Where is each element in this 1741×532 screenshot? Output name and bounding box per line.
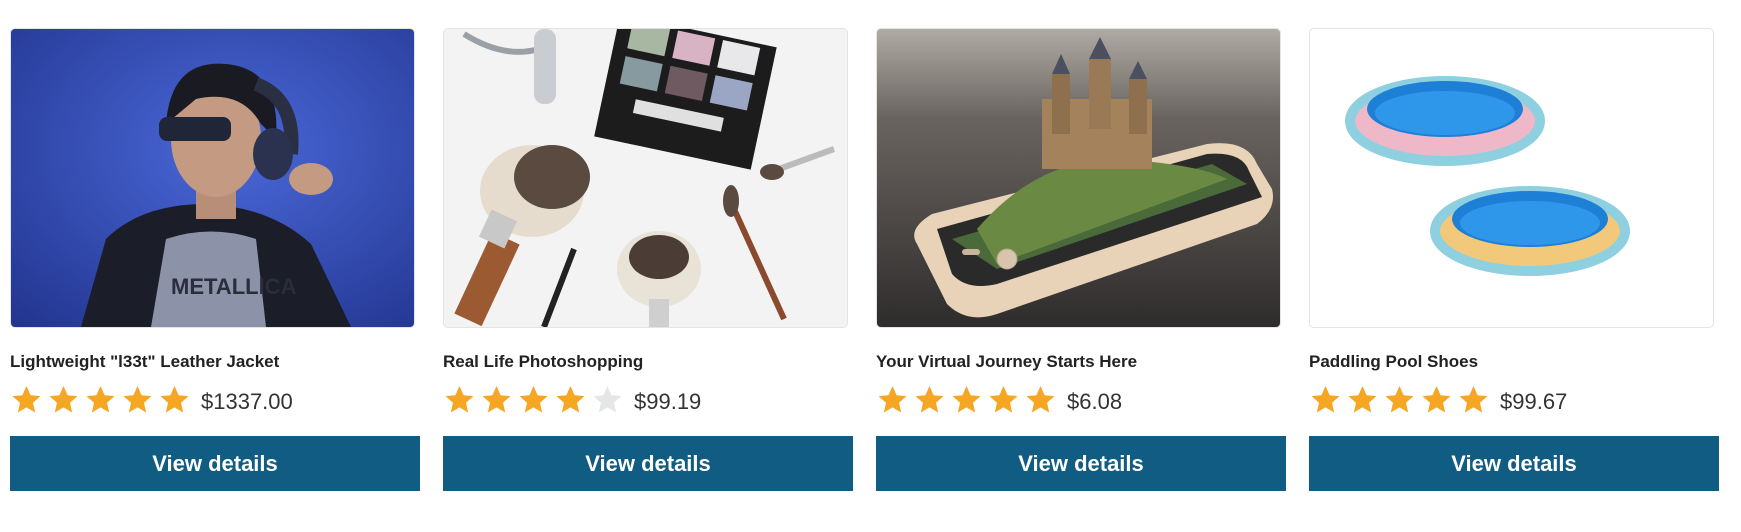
- view-details-button[interactable]: View details: [10, 436, 420, 491]
- rating-stars: [443, 384, 624, 417]
- star-filled-icon: [160, 385, 189, 412]
- product-card: Real Life Photoshopping $99.19 View deta…: [443, 28, 853, 491]
- star-filled-icon: [1422, 385, 1451, 412]
- view-details-button[interactable]: View details: [1309, 436, 1719, 491]
- view-details-button[interactable]: View details: [443, 436, 853, 491]
- product-title[interactable]: Real Life Photoshopping: [443, 352, 853, 372]
- product-meta: $6.08: [876, 382, 1286, 418]
- rating-stars: [10, 384, 191, 417]
- star-filled-icon: [1385, 385, 1414, 412]
- rating-stars: [1309, 384, 1490, 417]
- product-image-headphones-woman[interactable]: METALLICA: [10, 28, 415, 328]
- star-filled-icon: [519, 385, 548, 412]
- star-filled-icon: [1348, 385, 1377, 412]
- product-image-makeup[interactable]: [443, 28, 848, 328]
- star-filled-icon: [915, 385, 944, 412]
- star-filled-icon: [12, 385, 41, 412]
- product-title[interactable]: Paddling Pool Shoes: [1309, 352, 1719, 372]
- rating-stars: [876, 384, 1057, 417]
- star-filled-icon: [49, 385, 78, 412]
- product-title[interactable]: Your Virtual Journey Starts Here: [876, 352, 1286, 372]
- product-meta: $99.19: [443, 382, 853, 418]
- star-filled-icon: [1026, 385, 1055, 412]
- product-price: $99.19: [634, 389, 702, 414]
- star-filled-icon: [1311, 385, 1340, 412]
- star-filled-icon: [952, 385, 981, 412]
- product-price: $1337.00: [201, 389, 293, 414]
- star-filled-icon: [86, 385, 115, 412]
- product-price: $6.08: [1067, 389, 1123, 414]
- view-details-button[interactable]: View details: [876, 436, 1286, 491]
- product-card: Your Virtual Journey Starts Here $6.08 V…: [876, 28, 1286, 491]
- svg-text:METALLICA: METALLICA: [171, 274, 297, 299]
- product-price: $99.67: [1500, 389, 1568, 414]
- star-filled-icon: [556, 385, 585, 412]
- product-grid: METALLICA Lightweight "l33t" Leather Jac…: [10, 28, 1719, 491]
- star-filled-icon: [989, 385, 1018, 412]
- product-title[interactable]: Lightweight "l33t" Leather Jacket: [10, 352, 420, 372]
- star-filled-icon: [878, 385, 907, 412]
- star-filled-icon: [482, 385, 511, 412]
- star-filled-icon: [1459, 385, 1488, 412]
- product-meta: $99.67: [1309, 382, 1719, 418]
- star-empty-icon: [593, 385, 622, 412]
- star-filled-icon: [123, 385, 152, 412]
- product-card: METALLICA Lightweight "l33t" Leather Jac…: [10, 28, 420, 491]
- product-meta: $1337.00: [10, 382, 420, 418]
- product-image-paddling-pools[interactable]: [1309, 28, 1714, 328]
- product-card: Paddling Pool Shoes $99.67 View details: [1309, 28, 1719, 491]
- product-image-castle-phone[interactable]: [876, 28, 1281, 328]
- star-filled-icon: [445, 385, 474, 412]
